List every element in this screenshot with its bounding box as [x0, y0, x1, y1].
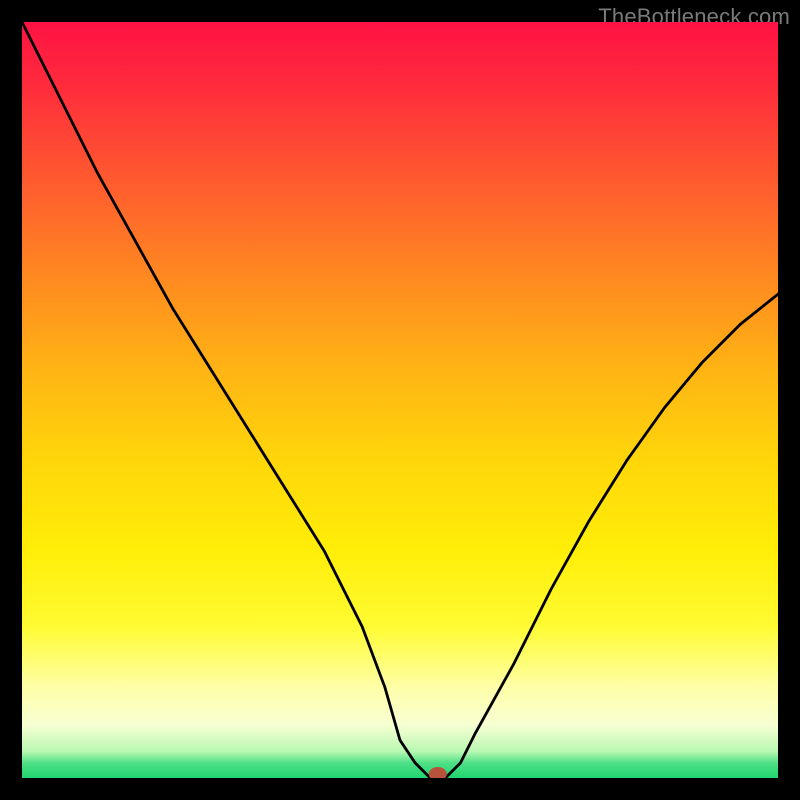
optimal-point-marker [429, 767, 447, 778]
bottleneck-curve [22, 22, 778, 778]
chart-frame: TheBottleneck.com [0, 0, 800, 800]
chart-plot-area [22, 22, 778, 778]
chart-svg [22, 22, 778, 778]
